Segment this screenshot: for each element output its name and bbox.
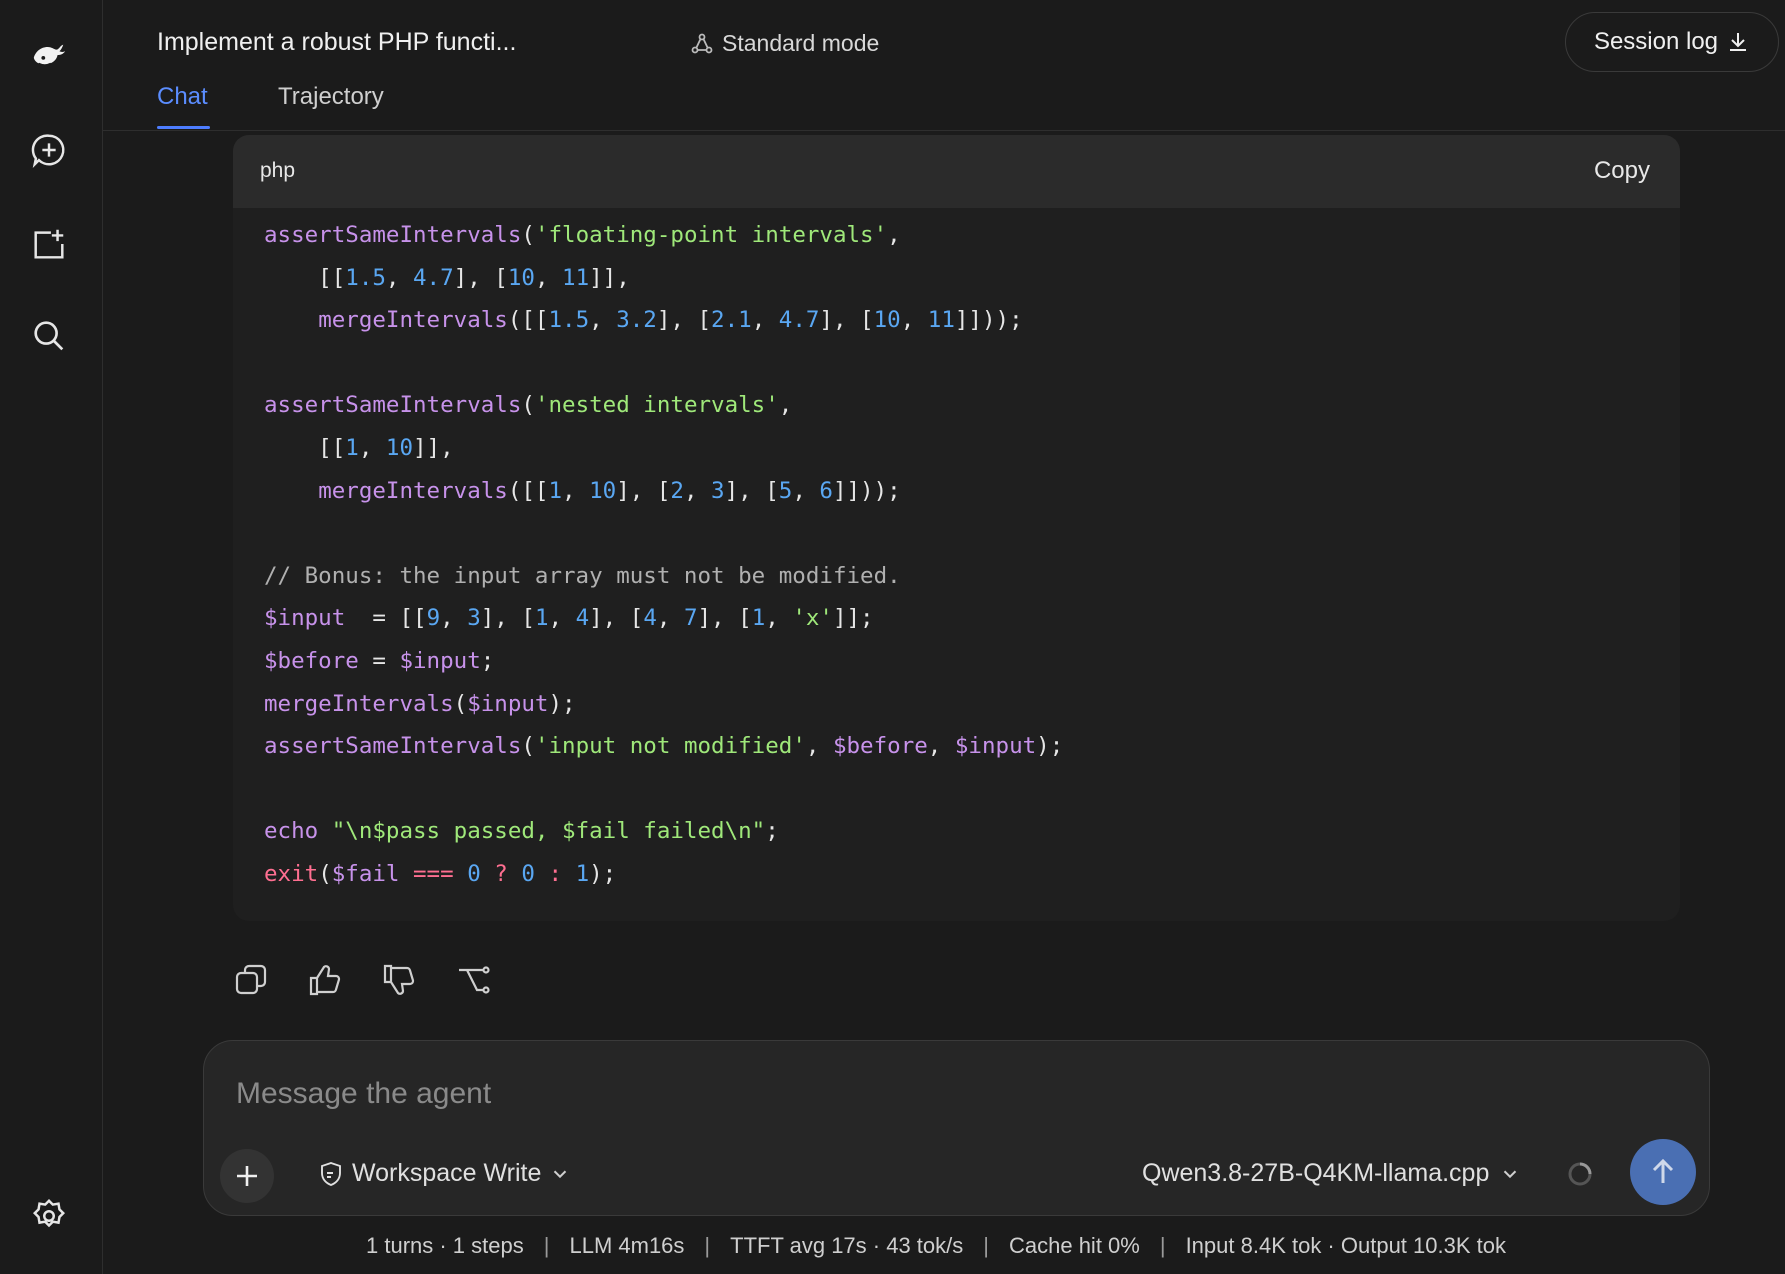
code-line: mergeIntervals([[1.5, 3.2], [2.1, 4.7], … xyxy=(318,307,1023,334)
page-title: Implement a robust PHP functi... xyxy=(157,28,517,56)
code-content: assertSameIntervals('floating-point inte… xyxy=(233,208,1680,896)
search-icon[interactable] xyxy=(27,314,71,358)
model-selector[interactable]: Qwen3.8-27B-Q4KM-llama.cpp xyxy=(1142,1159,1521,1188)
status-separator: | xyxy=(543,1233,550,1258)
tab-trajectory[interactable]: Trajectory xyxy=(278,83,384,111)
new-folder-icon[interactable] xyxy=(27,222,71,266)
send-button[interactable] xyxy=(1630,1139,1696,1205)
mode-indicator: Standard mode xyxy=(690,30,879,57)
chevron-down-icon xyxy=(554,1170,567,1178)
chevron-down-icon xyxy=(1504,1170,1517,1178)
code-line: exit($fail === 0 ? 0 : 1); xyxy=(264,860,617,887)
download-icon xyxy=(1730,33,1747,51)
status-cache: Cache hit 0% xyxy=(1008,1233,1140,1258)
code-block-header: php Copy xyxy=(233,135,1680,208)
status-turns: 1 turns · 1 steps xyxy=(366,1233,524,1258)
tab-chat[interactable]: Chat xyxy=(157,83,208,111)
session-log-label: Session log xyxy=(1593,28,1719,55)
active-tab-indicator xyxy=(157,126,210,129)
code-line: $input = [[9, 3], [1, 4], [4, 7], [1, 'x… xyxy=(264,605,874,632)
status-tokens: Input 8.4K tok · Output 10.3K tok xyxy=(1185,1233,1506,1258)
settings-icon[interactable] xyxy=(27,1194,71,1238)
message-actions xyxy=(233,962,491,998)
arrow-up-icon xyxy=(1652,1158,1674,1183)
copy-code-button[interactable]: Copy xyxy=(1594,157,1650,185)
code-line: $before = $input; xyxy=(264,647,495,674)
thumbs-up-icon[interactable] xyxy=(307,962,343,998)
code-line: mergeIntervals([[1, 10], [2, 3], [5, 6]]… xyxy=(318,477,901,504)
model-label: Qwen3.8-27B-Q4KM-llama.cpp xyxy=(1142,1159,1490,1187)
composer: Workspace Write Qwen3.8-27B-Q4KM-llama.c… xyxy=(203,1040,1710,1216)
code-line: mergeIntervals($input); xyxy=(264,690,576,717)
loading-spinner-icon xyxy=(1568,1162,1592,1186)
status-llm: LLM 4m16s xyxy=(569,1233,685,1258)
permission-label: Workspace Write xyxy=(352,1159,542,1187)
copy-message-icon[interactable] xyxy=(233,962,269,998)
status-separator: | xyxy=(983,1233,989,1258)
sidebar xyxy=(0,0,103,1274)
code-line: echo "\n$pass passed, $fail failed\n"; xyxy=(264,818,779,845)
session-log-button[interactable]: Session log xyxy=(1565,12,1779,72)
code-line: assertSameIntervals('nested intervals', xyxy=(264,392,793,419)
mode-label: Standard mode xyxy=(722,30,880,56)
plus-icon xyxy=(237,1166,257,1186)
code-language: php xyxy=(260,159,296,182)
branch-icon[interactable] xyxy=(455,962,491,998)
shield-edit-icon xyxy=(321,1161,341,1186)
status-ttft: TTFT avg 17s · 43 tok/s xyxy=(730,1233,964,1258)
status-bar: 1 turns · 1 steps | LLM 4m16s | TTFT avg… xyxy=(366,1233,1506,1259)
attach-button[interactable] xyxy=(220,1149,274,1203)
status-separator: | xyxy=(704,1233,711,1258)
code-line: assertSameIntervals('input not modified'… xyxy=(264,733,1064,760)
header: Implement a robust PHP functi... Standar… xyxy=(102,0,1785,131)
code-line: [[1, 10]], xyxy=(264,434,454,461)
message-input[interactable] xyxy=(234,1071,1338,1117)
code-line: assertSameIntervals('floating-point inte… xyxy=(264,222,901,248)
new-chat-icon[interactable] xyxy=(27,128,71,172)
code-block: php Copy assertSameIntervals('floating-p… xyxy=(233,135,1680,921)
code-line: // Bonus: the input array must not be mo… xyxy=(264,562,901,589)
code-line: [[1.5, 4.7], [10, 11]], xyxy=(264,264,630,291)
thumbs-down-icon[interactable] xyxy=(381,962,417,998)
logo-whale-icon[interactable] xyxy=(27,34,71,78)
permission-selector[interactable]: Workspace Write xyxy=(318,1159,571,1188)
status-separator: | xyxy=(1159,1233,1166,1258)
mode-icon xyxy=(691,33,713,53)
